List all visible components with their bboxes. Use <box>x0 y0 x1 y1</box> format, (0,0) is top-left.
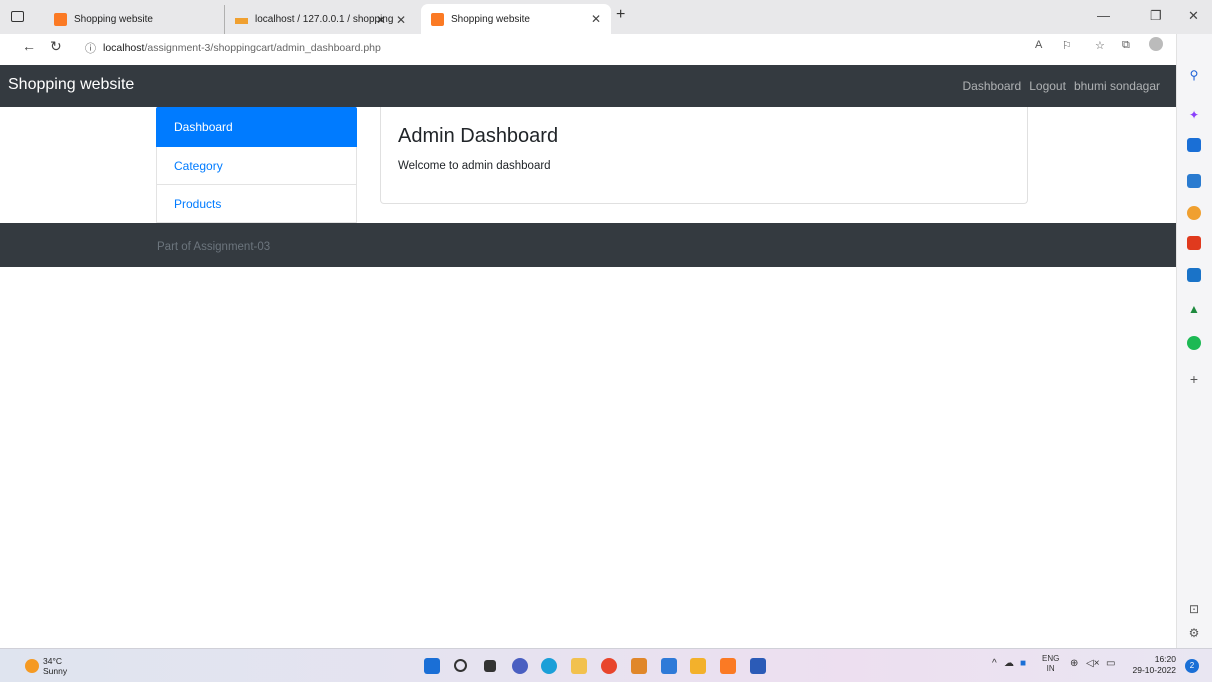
profile-avatar[interactable] <box>1149 37 1163 51</box>
url-host: localhost <box>103 41 145 54</box>
tab-title: Shopping website <box>451 13 530 25</box>
weather-widget[interactable]: 34°C Sunny <box>43 656 67 676</box>
clock[interactable]: 16:20 29-10-2022 <box>1130 654 1176 676</box>
site-footer: Part of Assignment-03 <box>0 223 1176 267</box>
word-icon[interactable] <box>750 658 766 674</box>
cloud-icon[interactable]: ☁ <box>1004 658 1014 669</box>
sidebar-item-category[interactable]: Category <box>156 147 357 185</box>
url-field[interactable]: ⓘ localhost /assignment-3/shoppingcart/a… <box>85 37 1170 58</box>
site-brand[interactable]: Shopping website <box>8 76 134 94</box>
tab-title: localhost / 127.0.0.1 / shopping <box>255 14 394 25</box>
xampp-favicon-icon <box>431 12 444 26</box>
store-icon[interactable] <box>631 658 647 674</box>
refresh-icon[interactable]: ↻ <box>50 38 62 55</box>
sidebar-item-products[interactable]: Products <box>156 185 357 223</box>
sidebar-item-dashboard[interactable]: Dashboard <box>156 107 357 147</box>
show-hidden-icons-icon[interactable]: ^ <box>992 658 997 669</box>
vscode-icon[interactable] <box>661 658 677 674</box>
dashboard-card: Admin Dashboard Welcome to admin dashboa… <box>380 107 1028 204</box>
footer-text: Part of Assignment-03 <box>157 241 271 253</box>
games-icon[interactable] <box>1187 206 1201 220</box>
battery-icon[interactable]: ▭ <box>1106 658 1115 669</box>
weather-condition: Sunny <box>43 666 68 676</box>
region: IN <box>1046 664 1055 673</box>
edge-browser-icon[interactable] <box>541 658 557 674</box>
tracking-prevention-icon[interactable]: ⚐ <box>1062 39 1072 52</box>
hide-sidebar-icon[interactable]: ⊡ <box>1187 602 1201 616</box>
add-sidebar-app-icon[interactable]: + <box>1187 372 1201 386</box>
tree-icon[interactable]: ▲ <box>1187 302 1201 316</box>
date: 29-10-2022 <box>1132 665 1176 675</box>
file-explorer-icon[interactable] <box>571 658 587 674</box>
search-icon[interactable] <box>454 659 467 672</box>
office-icon[interactable] <box>1187 236 1201 250</box>
nav-user-link[interactable]: bhumi sondagar <box>1074 79 1160 93</box>
welcome-text: Welcome to admin dashboard <box>398 160 551 172</box>
tab-title: Shopping website <box>74 14 153 25</box>
site-navbar: Shopping website Dashboard Logout bhumi … <box>0 65 1176 107</box>
page-title: Admin Dashboard <box>398 125 559 147</box>
outlook-icon[interactable] <box>1187 268 1201 282</box>
nav-dashboard-link[interactable]: Dashboard <box>963 79 1022 93</box>
favorites-icon[interactable]: ☆ <box>1095 39 1105 52</box>
xampp-icon[interactable] <box>720 658 736 674</box>
navbar-links: Dashboard Logout bhumi sondagar <box>963 79 1160 93</box>
chrome-icon[interactable] <box>601 658 617 674</box>
language-indicator[interactable]: ENG IN <box>1042 654 1059 674</box>
back-arrow-icon[interactable]: ← <box>22 38 36 54</box>
tools-icon[interactable] <box>1187 174 1201 188</box>
meet-icon[interactable]: ■ <box>1020 658 1026 669</box>
nav-logout-link[interactable]: Logout <box>1029 79 1066 93</box>
search-icon[interactable]: ⚲ <box>1187 68 1201 82</box>
app-icon[interactable] <box>690 658 706 674</box>
restore-icon[interactable]: ❐ <box>1150 8 1162 24</box>
xampp-favicon-icon <box>54 13 67 26</box>
info-icon[interactable]: ⓘ <box>85 40 96 56</box>
sidebar-settings-gear-icon[interactable]: ⚙ <box>1187 626 1201 640</box>
browser-tab-strip: Shopping website ✕ localhost / 127.0.0.1… <box>0 0 1212 34</box>
shopping-tag-icon[interactable] <box>1187 138 1201 152</box>
discover-icon[interactable]: ✦ <box>1187 108 1201 122</box>
close-window-icon[interactable]: ✕ <box>1188 8 1199 24</box>
start-windows-icon[interactable] <box>424 658 440 674</box>
admin-sidebar: Dashboard Category Products <box>156 107 357 223</box>
sun-icon[interactable] <box>25 659 39 673</box>
tab-close-icon[interactable]: ✕ <box>396 13 406 27</box>
notification-badge[interactable]: 2 <box>1185 659 1199 673</box>
chat-icon[interactable] <box>512 658 528 674</box>
task-view-icon[interactable] <box>484 660 496 672</box>
new-tab-icon[interactable]: + <box>616 6 625 24</box>
windows-taskbar: 34°C Sunny ^ ☁ ■ ENG IN ⊕ ◁× ▭ 16:20 29-… <box>0 648 1212 682</box>
tab-close-icon[interactable]: ✕ <box>591 12 601 26</box>
edge-sidebar: ⚲ ✦ ▲ + ⊡ ⚙ <box>1176 34 1212 648</box>
tab-shopping-website-active[interactable]: Shopping website ✕ <box>421 4 611 34</box>
time: 16:20 <box>1154 654 1176 664</box>
network-globe-icon[interactable]: ⊕ <box>1070 658 1078 669</box>
tab-actions-icon[interactable] <box>11 11 24 22</box>
address-bar: ← ↻ ⓘ localhost /assignment-3/shoppingca… <box>0 34 1176 61</box>
url-path: /assignment-3/shoppingcart/admin_dashboa… <box>144 41 381 54</box>
phpmyadmin-favicon-icon <box>235 16 248 24</box>
volume-muted-icon[interactable]: ◁× <box>1086 658 1100 669</box>
language: ENG <box>1042 654 1060 663</box>
tab-phpmyadmin[interactable]: localhost / 127.0.0.1 / shopping ✕ <box>224 5 414 34</box>
read-aloud-icon[interactable]: A <box>1035 39 1042 51</box>
temperature: 34°C <box>43 656 62 666</box>
spotify-icon[interactable] <box>1187 336 1201 350</box>
minimize-icon[interactable]: — <box>1097 8 1110 23</box>
collections-icon[interactable]: ⧉ <box>1122 39 1130 52</box>
